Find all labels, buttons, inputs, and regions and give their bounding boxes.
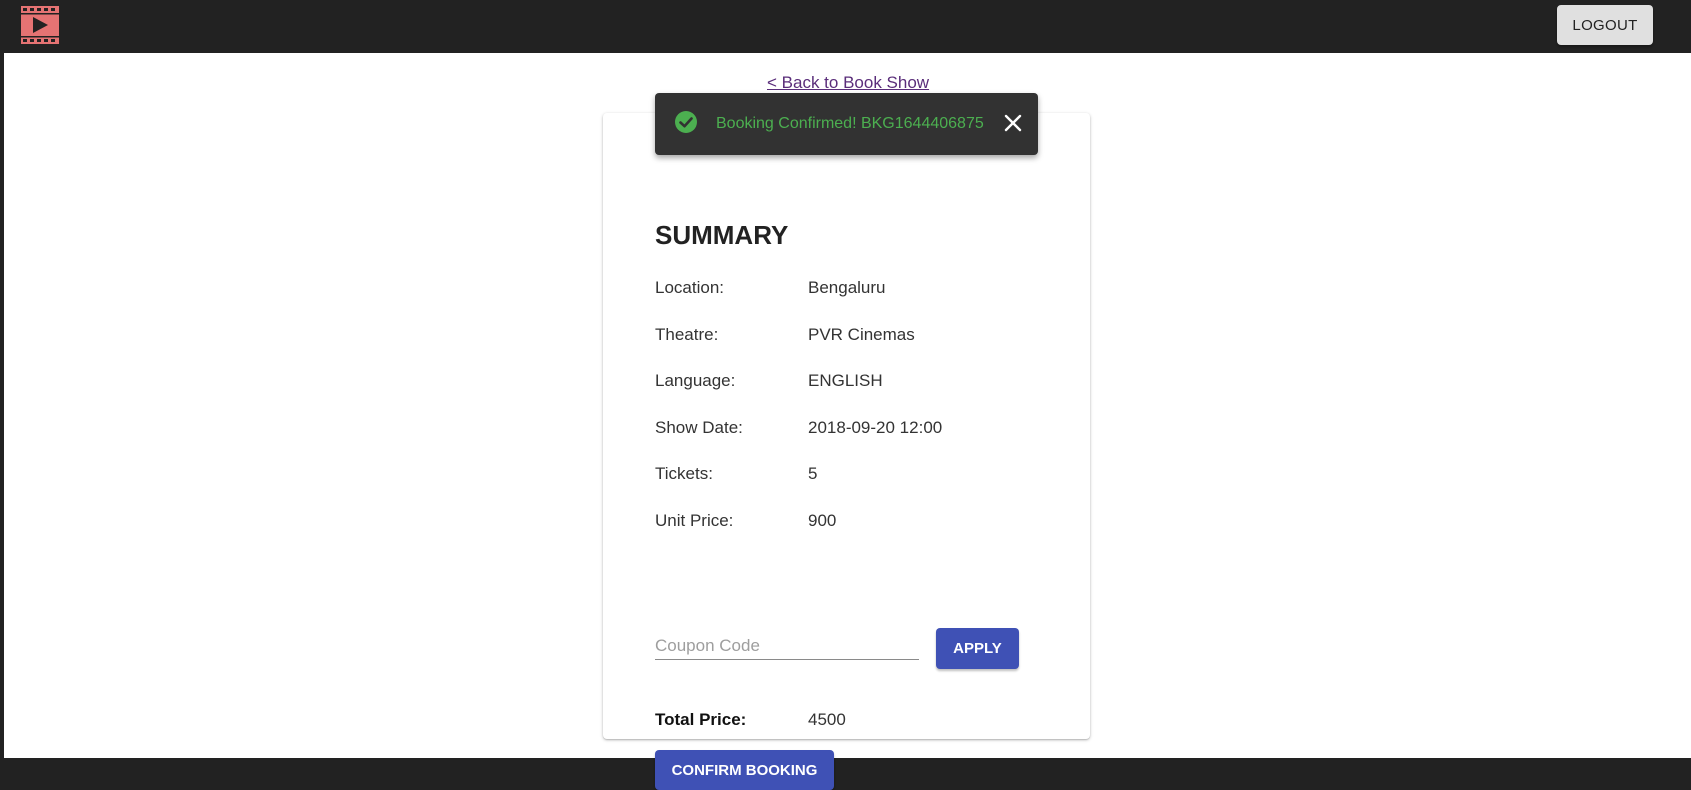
show-date-value: 2018-09-20 12:00 bbox=[808, 418, 943, 437]
total-price-label: Total Price: bbox=[655, 710, 747, 729]
logout-button[interactable]: LOGOUT bbox=[1557, 5, 1653, 45]
language-value: ENGLISH bbox=[808, 371, 883, 390]
summary-title: SUMMARY bbox=[655, 220, 789, 250]
main-content: < Back to Book Show SUMMARY Location: Be… bbox=[4, 53, 1691, 790]
apply-coupon-button[interactable]: APPLY bbox=[936, 628, 1019, 669]
tickets-value: 5 bbox=[808, 464, 818, 483]
app-header: LOGOUT bbox=[0, 0, 1691, 53]
location-label: Location: bbox=[655, 278, 724, 297]
coupon-code-input[interactable] bbox=[655, 633, 919, 660]
check-circle-icon bbox=[675, 111, 697, 133]
location-value: Bengaluru bbox=[808, 278, 886, 297]
theatre-value: PVR Cinemas bbox=[808, 325, 915, 344]
unit-price-label: Unit Price: bbox=[655, 511, 734, 530]
theatre-label: Theatre: bbox=[655, 325, 719, 344]
close-icon[interactable] bbox=[1000, 110, 1026, 136]
language-label: Language: bbox=[655, 371, 736, 390]
booking-confirmed-snackbar: Booking Confirmed! BKG1644406875 bbox=[655, 93, 1038, 155]
unit-price-value: 900 bbox=[808, 511, 837, 530]
show-date-label: Show Date: bbox=[655, 418, 743, 437]
tickets-label: Tickets: bbox=[655, 464, 713, 483]
film-play-icon[interactable] bbox=[20, 5, 60, 45]
snackbar-message: Booking Confirmed! BKG1644406875 bbox=[716, 115, 984, 132]
total-price-value: 4500 bbox=[808, 710, 846, 729]
summary-card: SUMMARY Location: Bengaluru Theatre: PVR… bbox=[603, 113, 1090, 790]
app-root: LOGOUT < Back to Book Show SUMMARY Locat… bbox=[0, 0, 1691, 790]
confirm-booking-button[interactable]: CONFIRM BOOKING bbox=[655, 750, 834, 790]
back-to-book-show-link[interactable]: < Back to Book Show bbox=[767, 73, 929, 93]
